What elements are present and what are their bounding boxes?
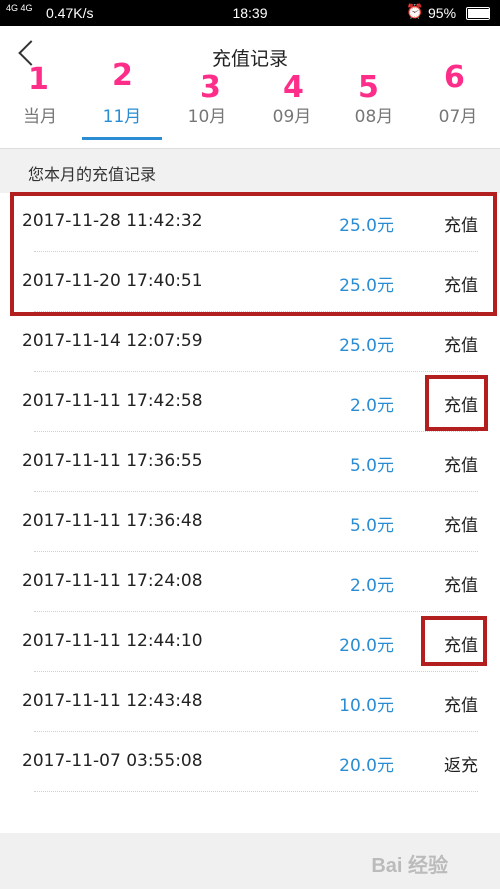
- month-tabs: 当月 11月 10月 09月 08月 07月: [0, 96, 500, 148]
- record-date: 2017-11-11 12:43:48: [22, 691, 203, 711]
- tab-label: 10月: [187, 107, 227, 127]
- record-date: 2017-11-11 17:36:55: [22, 451, 203, 471]
- record-date: 2017-11-14 12:07:59: [22, 331, 203, 351]
- list-item[interactable]: 2017-11-07 03:55:08 20.0元 返充: [0, 732, 500, 792]
- annotation-number: 2: [112, 58, 133, 93]
- status-time: 18:39: [232, 5, 268, 21]
- annotation-number: 4: [283, 70, 304, 105]
- annotation-number: 1: [28, 62, 49, 97]
- footer-area: Bai 经验: [0, 833, 500, 889]
- record-date: 2017-11-11 12:44:10: [22, 631, 203, 651]
- highlight-box: [10, 192, 497, 316]
- tab-current-month[interactable]: 当月: [0, 96, 80, 148]
- battery-fill: [468, 9, 489, 18]
- record-type: 返充: [444, 756, 478, 776]
- record-type: 充值: [444, 516, 478, 536]
- active-tab-indicator: [82, 137, 162, 140]
- section-header: 您本月的充值记录: [0, 148, 500, 193]
- record-amount: 2.0元: [349, 576, 394, 596]
- record-amount: 20.0元: [339, 636, 394, 656]
- list-item[interactable]: 2017-11-11 17:24:08 2.0元 充值: [0, 552, 500, 612]
- page-title: 充值记录: [211, 48, 288, 70]
- tab-07[interactable]: 07月: [418, 96, 498, 148]
- list-item[interactable]: 2017-11-11 17:36:55 5.0元 充值: [0, 432, 500, 492]
- record-amount: 5.0元: [349, 516, 394, 536]
- tab-label: 07月: [438, 107, 478, 127]
- battery-icon: [466, 7, 490, 20]
- record-amount: 5.0元: [349, 456, 394, 476]
- tab-label: 当月: [23, 107, 57, 127]
- record-date: 2017-11-11 17:42:58: [22, 391, 203, 411]
- record-type: 充值: [444, 456, 478, 476]
- app-header: 充值记录: [0, 26, 500, 96]
- highlight-box: [421, 616, 487, 666]
- section-title: 您本月的充值记录: [28, 165, 157, 184]
- record-amount: 20.0元: [339, 756, 394, 776]
- record-amount: 2.0元: [349, 396, 394, 416]
- tab-label: 08月: [354, 107, 394, 127]
- record-date: 2017-11-07 03:55:08: [22, 751, 203, 771]
- tab-label: 11月: [102, 107, 142, 127]
- list-item[interactable]: 2017-11-11 12:43:48 10.0元 充值: [0, 672, 500, 732]
- record-type: 充值: [444, 696, 478, 716]
- record-type: 充值: [444, 576, 478, 596]
- highlight-box: [425, 375, 488, 431]
- row-divider: [34, 791, 478, 792]
- list-item[interactable]: 2017-11-14 12:07:59 25.0元 充值: [0, 312, 500, 372]
- record-date: 2017-11-11 17:24:08: [22, 571, 203, 591]
- watermark-logo: Bai 经验: [371, 855, 448, 877]
- tab-11[interactable]: 11月: [82, 96, 162, 148]
- status-bar: 4G 4G 0.47K/s 18:39 ⏰ 95%: [0, 0, 500, 26]
- annotation-number: 6: [444, 60, 465, 95]
- battery-percent: 95%: [428, 5, 457, 21]
- annotation-number: 3: [200, 70, 221, 105]
- record-amount: 25.0元: [339, 336, 394, 356]
- list-item[interactable]: 2017-11-11 17:36:48 5.0元 充值: [0, 492, 500, 552]
- annotation-number: 5: [358, 70, 379, 105]
- record-date: 2017-11-11 17:36:48: [22, 511, 203, 531]
- alarm-clock-icon: ⏰: [406, 3, 424, 19]
- tab-label: 09月: [272, 107, 312, 127]
- record-amount: 10.0元: [339, 696, 394, 716]
- record-type: 充值: [444, 336, 478, 356]
